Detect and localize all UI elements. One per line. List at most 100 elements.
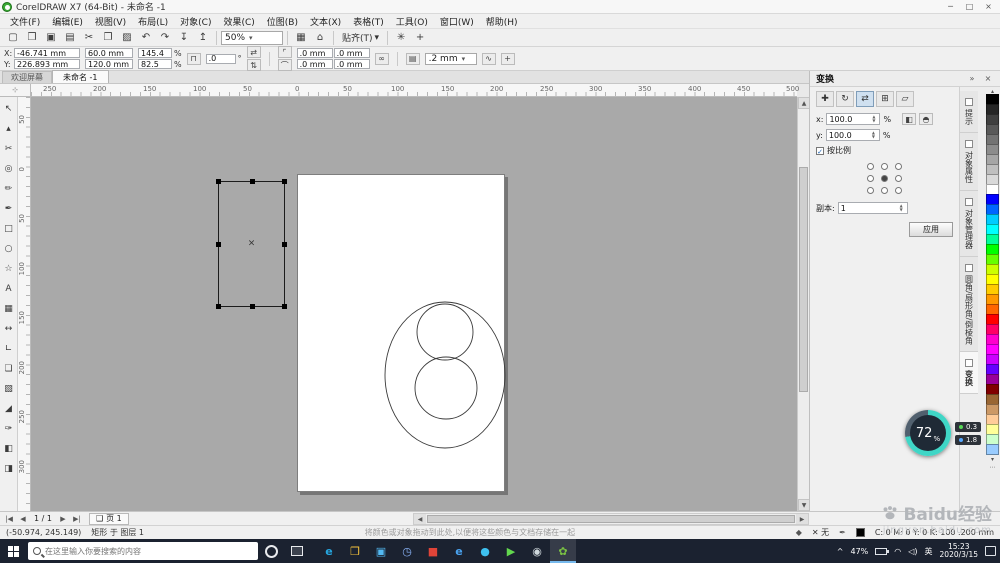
bottom-circle-shape[interactable]	[414, 356, 478, 420]
network-icon[interactable]: ◠	[894, 547, 901, 556]
ellipse-tool[interactable]: ○	[1, 239, 17, 259]
menu-item[interactable]: 编辑(E)	[46, 14, 89, 28]
menu-item[interactable]: 对象(C)	[174, 14, 217, 28]
menu-item[interactable]: 视图(V)	[89, 14, 132, 28]
object-center-marker[interactable]: ×	[248, 239, 256, 249]
selection-handle-w[interactable]	[216, 242, 221, 247]
maximize-button[interactable]: □	[960, 1, 979, 13]
mirror-vertical-button[interactable]: ⇅	[246, 59, 261, 71]
mirror-horizontal-button[interactable]: ⇄	[246, 46, 261, 58]
fill-tool[interactable]: ◧	[1, 439, 17, 459]
previous-page-button[interactable]: ◀	[17, 515, 29, 523]
snap-to-button[interactable]: 贴齐(T) ▾	[338, 30, 383, 46]
corner-radius-field-4[interactable]: .0 mm	[333, 59, 370, 69]
input-method-indicator[interactable]: 英	[925, 546, 933, 557]
palette-scroll-down[interactable]: ▾	[986, 455, 999, 463]
page-1-tab[interactable]: ❑ 页 1	[88, 512, 129, 525]
task-view-button[interactable]	[284, 539, 310, 563]
anchor-point[interactable]	[895, 162, 902, 170]
notification-center-icon[interactable]	[985, 546, 996, 556]
tray-expand-icon[interactable]: ^	[837, 547, 844, 556]
menu-item[interactable]: 帮助(H)	[480, 14, 524, 28]
docker-tab-hints[interactable]: 提示	[960, 91, 978, 133]
paste-icon[interactable]: ▨	[118, 30, 136, 46]
large-circle-shape[interactable]	[384, 301, 506, 449]
rectangle-tool[interactable]: □	[1, 219, 17, 239]
anchor-point-selected[interactable]	[881, 174, 888, 182]
battery-icon[interactable]	[875, 547, 890, 555]
menu-item[interactable]: 文本(X)	[304, 14, 347, 28]
menu-item[interactable]: 表格(T)	[347, 14, 390, 28]
copy-icon[interactable]: ❐	[99, 30, 117, 46]
docker-tab-transform[interactable]: 变换	[960, 352, 978, 395]
application-launcher-icon[interactable]: ▦	[292, 30, 310, 46]
transform-position-button[interactable]: ✚	[816, 91, 834, 107]
spinner[interactable]: ▲ ▼	[898, 204, 905, 212]
taskbar-app-photos[interactable]: ▣	[368, 539, 394, 563]
transform-size-button[interactable]: ⊞	[876, 91, 894, 107]
palette-expand[interactable]: ⋯	[986, 463, 999, 471]
docker-tab-object-properties[interactable]: 对象属性	[960, 133, 978, 191]
new-document-icon[interactable]: ▢	[4, 30, 22, 46]
drawing-canvas[interactable]: ×	[31, 97, 797, 511]
menu-item[interactable]: 位图(B)	[261, 14, 304, 28]
selection-handle-s[interactable]	[249, 304, 255, 309]
outline-pen-tool[interactable]: ✑	[1, 419, 17, 439]
menu-item[interactable]: 窗口(W)	[434, 14, 480, 28]
quick-customize-button[interactable]: +	[411, 30, 429, 46]
selected-rectangle[interactable]: ×	[216, 179, 287, 309]
selection-handle-sw[interactable]	[216, 304, 221, 309]
proportional-checkbox[interactable]: ✓	[816, 146, 824, 156]
scroll-left-arrow[interactable]: ◀	[414, 514, 426, 524]
apply-button[interactable]: 应用	[909, 222, 953, 237]
print-icon[interactable]: ▤	[61, 30, 79, 46]
save-icon[interactable]: ▣	[42, 30, 60, 46]
docker-tab-object-manager[interactable]: 对象管理器	[960, 191, 978, 257]
options-button[interactable]: ✳	[392, 30, 410, 46]
menu-item[interactable]: 布局(L)	[132, 14, 174, 28]
selection-handle-n[interactable]	[249, 179, 255, 184]
anchor-point[interactable]	[895, 174, 902, 182]
dimension-tool[interactable]: ↔	[1, 319, 17, 339]
taskbar-app-store[interactable]: ▶	[498, 539, 524, 563]
vertical-scroll-thumb[interactable]	[799, 167, 808, 392]
taskbar-app-clock[interactable]: ◷	[394, 539, 420, 563]
taskbar-search[interactable]	[28, 542, 258, 560]
taskbar-app-edge[interactable]: e	[316, 539, 342, 563]
corner-radius-field-1[interactable]: .0 mm	[296, 48, 333, 58]
docker-tab-corners[interactable]: 圆角/扇形角/倒棱角	[960, 257, 978, 353]
start-button[interactable]	[0, 539, 26, 563]
tab-untitled-1[interactable]: 未命名 -1	[52, 70, 109, 83]
anchor-point[interactable]	[881, 162, 888, 170]
taskbar-app-coreldraw[interactable]: ✿	[550, 539, 576, 563]
vertical-scrollbar[interactable]: ▲ ▼	[797, 97, 810, 511]
menu-item[interactable]: 文件(F)	[4, 14, 46, 28]
object-width-field[interactable]: 60.0 mm	[85, 48, 133, 58]
export-icon[interactable]: ↥	[194, 30, 212, 46]
selection-handle-nw[interactable]	[216, 179, 221, 184]
copies-field[interactable]: 1 ▲ ▼	[837, 202, 908, 214]
transform-y-field[interactable]: 100.0 ▲ ▼	[825, 129, 880, 141]
horizontal-scrollbar[interactable]: ◀ ▶	[413, 513, 809, 525]
polygon-tool[interactable]: ☆	[1, 259, 17, 279]
taskbar-app-user[interactable]: ◉	[524, 539, 550, 563]
selection-handle-e[interactable]	[282, 242, 287, 247]
next-page-button[interactable]: ▶	[57, 515, 69, 523]
transform-mirror-vertical-button[interactable]: ◓	[919, 113, 934, 125]
spinner[interactable]: ▲ ▼	[870, 131, 877, 139]
last-page-button[interactable]: ▶|	[71, 515, 83, 523]
artistic-media-tool[interactable]: ✒	[1, 199, 17, 219]
scalloped-corner-button[interactable]: ⌒	[277, 59, 292, 71]
undo-icon[interactable]: ↶	[137, 30, 155, 46]
corner-radius-field-3[interactable]: .0 mm	[296, 59, 333, 69]
search-input[interactable]	[45, 546, 253, 556]
scale-x-field[interactable]: 145.4	[138, 48, 172, 58]
taskbar-app-ie[interactable]: e	[446, 539, 472, 563]
docker-collapse-button[interactable]: »	[966, 74, 978, 83]
object-x-field[interactable]: -46.741 mm	[14, 48, 80, 58]
wrap-text-button[interactable]: ▤	[405, 52, 420, 65]
transform-skew-button[interactable]: ▱	[896, 91, 914, 107]
taskbar-app-browser[interactable]: ●	[472, 539, 498, 563]
taskbar-clock[interactable]: 15:23 2020/3/15	[940, 542, 978, 560]
net-speed-gauge[interactable]: 72 % 0.3 1.8	[905, 410, 982, 456]
